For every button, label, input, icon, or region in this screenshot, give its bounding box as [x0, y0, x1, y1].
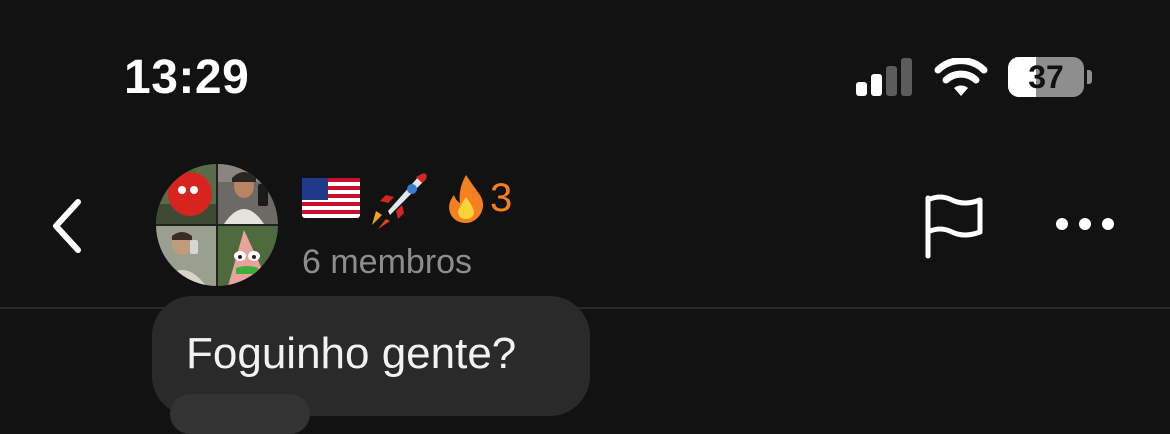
fire-emoji	[449, 175, 483, 223]
member-avatar-3	[156, 226, 216, 286]
report-button[interactable]	[920, 192, 988, 260]
more-options-button[interactable]	[1052, 206, 1118, 242]
rocket-emoji	[372, 173, 427, 229]
cellular-signal-icon	[856, 58, 914, 96]
chat-title[interactable]: 3	[302, 168, 513, 229]
chevron-left-icon	[53, 199, 81, 253]
member-avatar-2	[218, 164, 278, 224]
member-avatar-4	[218, 226, 278, 286]
wifi-icon	[934, 58, 988, 96]
battery-tip	[1087, 70, 1092, 84]
back-button[interactable]	[44, 196, 92, 256]
battery-level-text: 37	[1028, 59, 1064, 95]
us-flag-emoji	[302, 178, 360, 218]
member-count[interactable]: 6 membros	[302, 240, 472, 284]
member-avatar-1	[156, 164, 216, 224]
message-bubble-partial[interactable]	[170, 394, 310, 434]
battery-icon: 37	[1008, 57, 1084, 97]
streak-count: 3	[490, 176, 513, 220]
ellipsis-icon	[1056, 218, 1114, 230]
flag-icon	[925, 194, 983, 259]
status-time: 13:29	[124, 51, 250, 104]
message-text: Foguinho gente?	[186, 329, 517, 378]
group-avatar[interactable]	[156, 164, 278, 286]
